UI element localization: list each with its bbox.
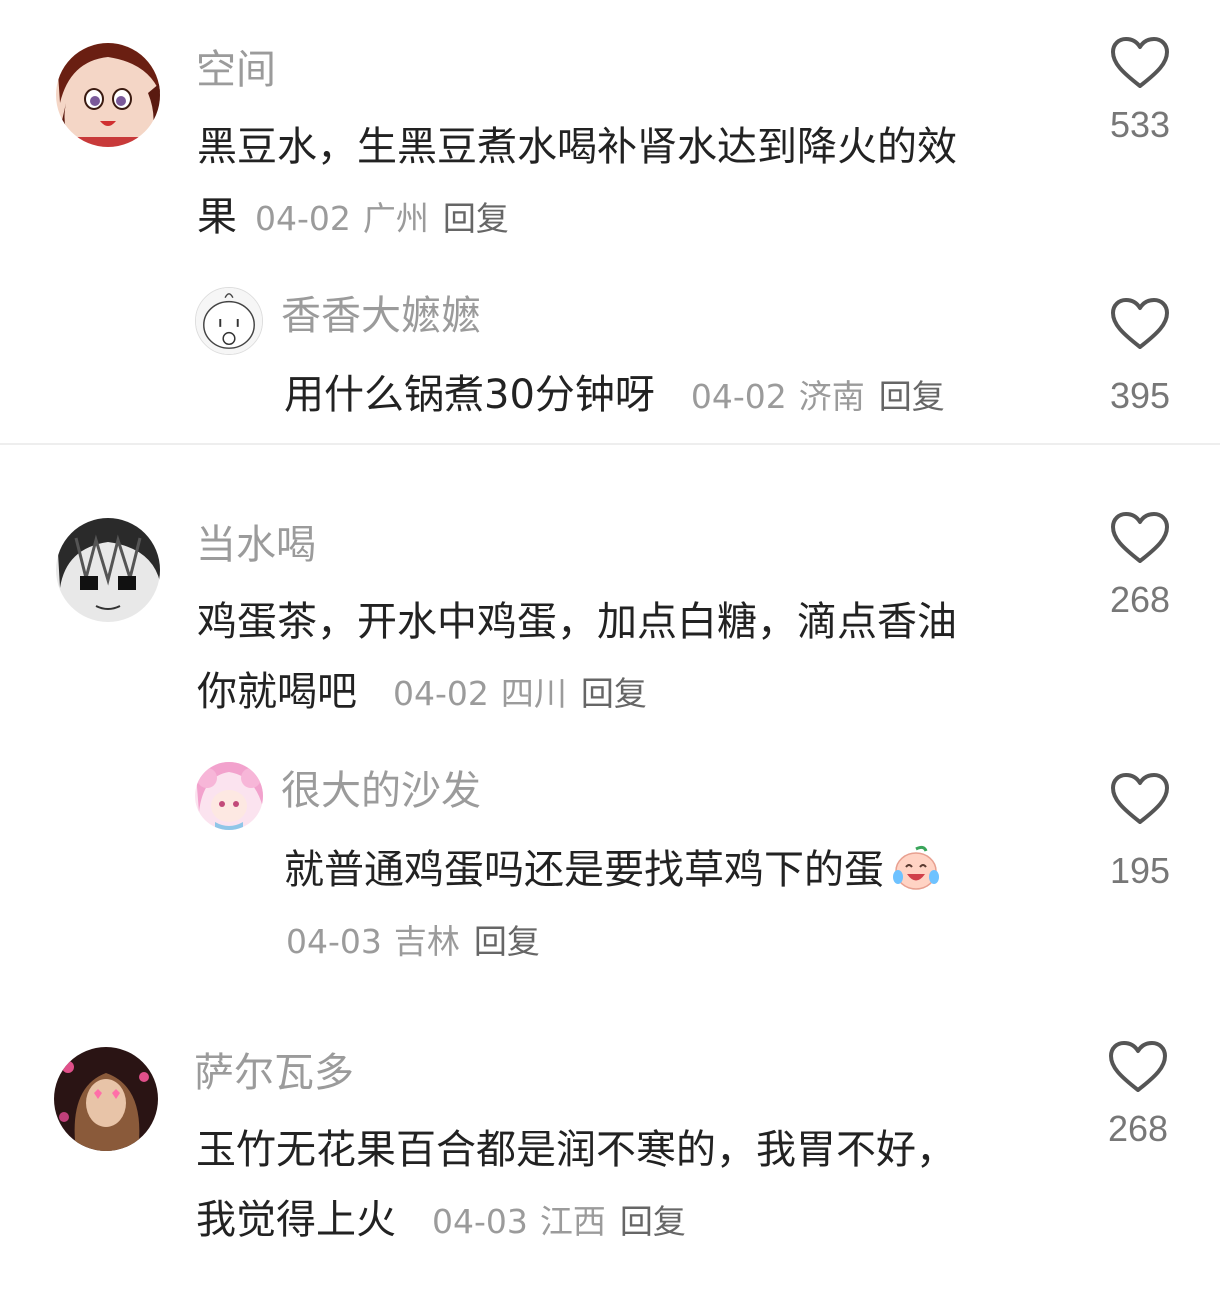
heart-icon: [1111, 773, 1169, 824]
comment-location: 江西: [539, 1202, 606, 1241]
comment-divider: [0, 443, 1220, 445]
reply-username[interactable]: 很大的沙发: [281, 765, 481, 817]
like-count: 268: [1109, 579, 1171, 620]
reply-meta: 04-02 济南 回复: [673, 377, 945, 416]
avatar[interactable]: [195, 762, 263, 830]
like-button[interactable]: 268: [1088, 1040, 1188, 1150]
heart-icon: [1111, 298, 1169, 349]
like-button[interactable]: 533: [1090, 36, 1190, 146]
comment-text-line: 你就喝吧: [197, 669, 357, 715]
reply-location: 吉林: [393, 922, 460, 961]
avatar[interactable]: [195, 287, 263, 355]
comment-text: 玉竹无花果百合都是润不寒的，我胃不好， 我觉得上火 04-03 江西 回复: [196, 1115, 1066, 1257]
portrait-photo-avatar-icon: [54, 1047, 158, 1151]
heart-icon: [1111, 512, 1169, 563]
comment-meta: 04-03 江西 回复: [414, 1202, 686, 1241]
pink-hair-girl-avatar-icon: [195, 762, 263, 830]
like-button[interactable]: 395: [1090, 297, 1190, 417]
reply-text-line: 就普通鸡蛋吗还是要找草鸡下的蛋: [284, 847, 884, 893]
comment-text: 黑豆水，生黑豆煮水喝补肾水达到降火的效 果 04-02 广州 回复: [197, 112, 1067, 254]
reply-button[interactable]: 回复: [474, 922, 540, 961]
manga-avatar-icon: [56, 518, 160, 622]
comment-location: 四川: [500, 674, 567, 713]
reply-button[interactable]: 回复: [581, 674, 647, 713]
comment-date: 04-02: [393, 674, 489, 713]
like-count: 195: [1109, 850, 1171, 891]
comment-text-line: 玉竹无花果百合都是润不寒的，我胃不好，: [196, 1127, 956, 1173]
like-count: 395: [1109, 375, 1171, 416]
reply-date: 04-03: [286, 922, 382, 961]
doodle-avatar-icon: [196, 288, 262, 354]
comment-date: 04-02: [255, 199, 351, 238]
reply-location: 济南: [798, 377, 865, 416]
like-button[interactable]: 195: [1090, 772, 1190, 892]
laughing-crying-emoji-icon: [893, 845, 939, 890]
heart-icon: [1111, 37, 1169, 88]
reply-button[interactable]: 回复: [620, 1202, 686, 1241]
reply-meta: 04-03 吉林 回复: [284, 907, 540, 977]
comment-location: 广州: [362, 199, 429, 238]
comment-text-line: 我觉得上火: [196, 1197, 396, 1243]
comment-text: 鸡蛋茶，开水中鸡蛋，加点白糖，滴点香油 你就喝吧 04-02 四川 回复: [197, 587, 1067, 729]
heart-icon: [1109, 1041, 1167, 1092]
reply-date: 04-02: [690, 377, 787, 416]
like-count: 533: [1109, 104, 1171, 145]
reply-button[interactable]: 回复: [879, 377, 945, 416]
reply-button[interactable]: 回复: [443, 199, 509, 238]
comment-meta: 04-02 广州 回复: [237, 199, 509, 238]
comment-username[interactable]: 当水喝: [196, 519, 316, 571]
reply-text: 用什么锅煮30分钟呀 04-02 济南 回复: [284, 360, 1074, 432]
reply-text-line: 用什么锅煮30分钟呀: [284, 372, 655, 418]
comment-text-line: 果: [197, 194, 237, 240]
comment-date: 04-03: [432, 1202, 528, 1241]
comment-text-line: 鸡蛋茶，开水中鸡蛋，加点白糖，滴点香油: [197, 599, 957, 645]
comment-username[interactable]: 萨尔瓦多: [194, 1047, 354, 1099]
reply-text: 就普通鸡蛋吗还是要找草鸡下的蛋 04-03 吉林 回复: [284, 835, 1074, 977]
avatar[interactable]: [56, 518, 160, 622]
comment-meta: 04-02 四川 回复: [375, 674, 647, 713]
reply-username[interactable]: 香香大嬷嬷: [281, 290, 481, 342]
anime-girl-avatar-icon: [56, 43, 160, 147]
avatar[interactable]: [56, 43, 160, 147]
like-button[interactable]: 268: [1090, 511, 1190, 621]
comment-username[interactable]: 空间: [196, 44, 276, 96]
avatar[interactable]: [54, 1047, 158, 1151]
like-count: 268: [1107, 1108, 1169, 1149]
comment-text-line: 黑豆水，生黑豆煮水喝补肾水达到降火的效: [197, 124, 957, 170]
